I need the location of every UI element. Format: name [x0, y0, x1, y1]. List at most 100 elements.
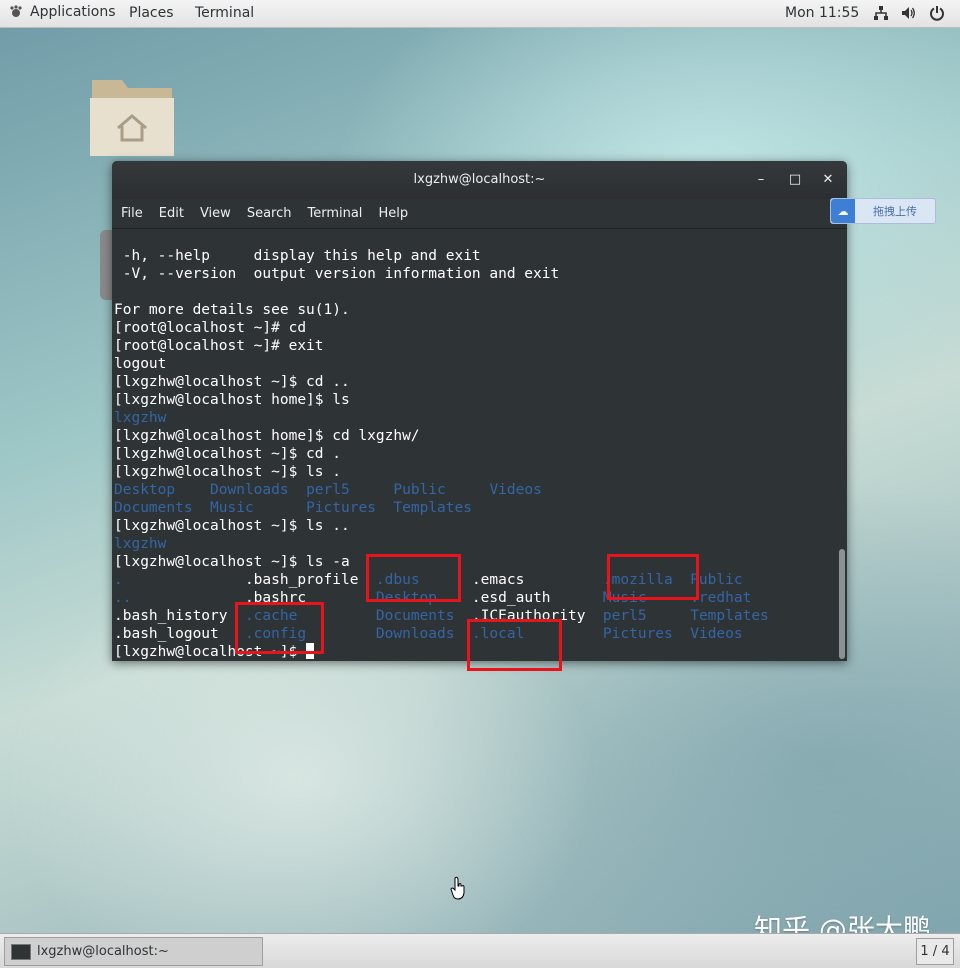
volume-icon[interactable]: [899, 4, 917, 22]
drag-upload-button[interactable]: ☁ 拖拽上传: [830, 198, 936, 224]
highlight-box-local: [467, 619, 562, 671]
directory-name: Music: [210, 500, 254, 516]
terminal-app-menu[interactable]: Terminal: [195, 5, 254, 21]
gnome-foot-icon: [10, 5, 22, 17]
terminal-line: -h, --help display this help and exit: [112, 247, 836, 265]
terminal-text: [lxgzhw@localhost ~]$ cd .: [114, 446, 341, 462]
terminal-line: lxgzhw: [112, 535, 836, 553]
terminal-text: [lxgzhw@localhost ~]$ ls -a: [114, 554, 350, 570]
directory-name: Desktop: [114, 482, 176, 498]
terminal-line: Documents Music Pictures Templates: [112, 499, 836, 517]
directory-name: Videos: [489, 482, 542, 498]
terminal-line: .. .bashrc Desktop .esd_auth Music .redh…: [112, 589, 836, 607]
close-icon[interactable]: ✕: [819, 171, 837, 189]
home-folder-icon[interactable]: [88, 74, 176, 158]
terminal-icon: [11, 943, 31, 960]
minimize-icon[interactable]: –: [752, 171, 770, 189]
directory-name: perl5: [602, 608, 647, 624]
directory-name: lxgzhw: [114, 410, 167, 426]
applications-menu[interactable]: Applications: [8, 4, 116, 20]
taskbar-item-label: lxgzhw@localhost:~: [37, 944, 169, 959]
terminal-line: [lxgzhw@localhost home]$ ls: [112, 391, 836, 409]
terminal-line: lxgzhw: [112, 409, 836, 427]
mouse-pointer-icon: [450, 876, 465, 900]
places-menu[interactable]: Places: [129, 5, 174, 21]
terminal-text: .bash_profile: [122, 572, 376, 588]
terminal-text: -V, --version output version information…: [114, 266, 560, 282]
terminal-text: .bash_history: [114, 608, 245, 624]
terminal-text: [lxgzhw@localhost ~]$ ls .: [114, 464, 341, 480]
terminal-text: -h, --help display this help and exit: [114, 248, 481, 264]
window-menubar: File Edit View Search Terminal Help: [112, 199, 847, 229]
directory-name: Documents: [114, 500, 193, 516]
directory-name: Downloads: [210, 482, 289, 498]
terminal-text: [root@localhost ~]# exit: [114, 338, 324, 354]
menu-edit[interactable]: Edit: [159, 206, 184, 221]
terminal-text: [root@localhost ~]# cd: [114, 320, 307, 336]
power-icon[interactable]: [928, 4, 946, 22]
directory-name: Pictures: [306, 500, 376, 516]
terminal-output[interactable]: -h, --help display this help and exit -V…: [112, 229, 836, 661]
terminal-line: For more details see su(1).: [112, 301, 836, 319]
terminal-line: -V, --version output version information…: [112, 265, 836, 283]
drag-upload-label: 拖拽上传: [873, 205, 917, 218]
terminal-line: [lxgzhw@localhost ~]$ ls -a: [112, 553, 836, 571]
menu-file[interactable]: File: [121, 206, 143, 221]
terminal-text: For more details see su(1).: [114, 302, 350, 318]
bottom-panel: lxgzhw@localhost:~ 1 / 4: [0, 933, 960, 968]
terminal-line: [lxgzhw@localhost ~]$ ls .: [112, 463, 836, 481]
directory-name: Videos: [690, 626, 743, 642]
taskbar-item-terminal[interactable]: lxgzhw@localhost:~: [4, 937, 263, 966]
highlight-box-dbus: [366, 554, 461, 602]
directory-name: lxgzhw: [114, 536, 167, 552]
terminal-line: [lxgzhw@localhost ~]$ cd .: [112, 445, 836, 463]
terminal-line: logout: [112, 355, 836, 373]
maximize-icon[interactable]: □: [786, 171, 804, 189]
menu-help[interactable]: Help: [378, 206, 408, 221]
directory-name: Templates: [690, 608, 769, 624]
scrollbar-thumb[interactable]: [839, 549, 845, 659]
terminal-line: [lxgzhw@localhost ~]$ cd ..: [112, 373, 836, 391]
cloud-icon: ☁: [831, 199, 855, 223]
workspace-pager[interactable]: 1 / 4: [916, 938, 954, 965]
directory-name: Downloads: [375, 626, 455, 642]
terminal-window: lxgzhw@localhost:~ – □ ✕ File Edit View …: [112, 161, 847, 661]
terminal-text: .bash_logout: [114, 626, 245, 642]
directory-name: .redhat: [690, 590, 752, 606]
highlight-box-cache-config: [235, 602, 324, 654]
top-panel: Applications Places Terminal Mon 11:55: [0, 0, 960, 28]
network-icon[interactable]: [872, 4, 890, 22]
terminal-scrollbar[interactable]: [837, 229, 847, 661]
highlight-box-mozilla: [607, 554, 699, 600]
directory-name: Public: [393, 482, 446, 498]
terminal-line: [lxgzhw@localhost ~]$ ls ..: [112, 517, 836, 535]
terminal-line: Desktop Downloads perl5 Public Videos: [112, 481, 836, 499]
terminal-line: . .bash_profile .dbus .emacs .mozilla Pu…: [112, 571, 836, 589]
clock[interactable]: Mon 11:55: [785, 5, 859, 21]
terminal-line: [lxgzhw@localhost home]$ cd lxgzhw/: [112, 427, 836, 445]
terminal-line: [root@localhost ~]# cd: [112, 319, 836, 337]
directory-name: ..: [114, 590, 132, 606]
menu-view[interactable]: View: [200, 206, 231, 221]
window-title: lxgzhw@localhost:~: [413, 172, 546, 187]
terminal-text: [lxgzhw@localhost home]$ cd lxgzhw/: [114, 428, 420, 444]
terminal-line: [root@localhost ~]# exit: [112, 337, 836, 355]
directory-name: Pictures: [602, 626, 673, 642]
menu-search[interactable]: Search: [247, 206, 292, 221]
window-titlebar[interactable]: lxgzhw@localhost:~ – □ ✕: [112, 161, 847, 199]
terminal-text: [lxgzhw@localhost ~]$ ls ..: [114, 518, 350, 534]
applications-label: Applications: [30, 4, 116, 20]
terminal-text: logout: [114, 356, 167, 372]
menu-terminal[interactable]: Terminal: [307, 206, 362, 221]
terminal-text: [lxgzhw@localhost home]$ ls: [114, 392, 350, 408]
